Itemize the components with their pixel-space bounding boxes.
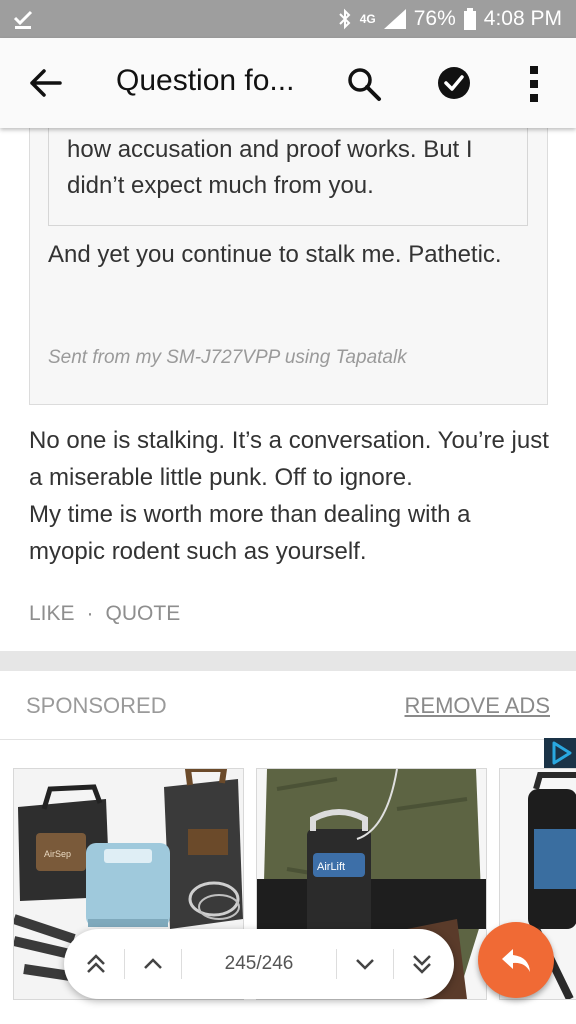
more-vert-icon[interactable] — [522, 64, 546, 104]
search-icon[interactable] — [346, 66, 382, 102]
quoted-post: how accusation and proof works. But I di… — [29, 128, 548, 405]
thread-content[interactable]: how accusation and proof works. But I di… — [0, 128, 576, 1024]
status-bar: 4G 76% 4:08 PM — [0, 0, 576, 38]
page-counter[interactable]: 245/246 — [182, 953, 336, 975]
post-paragraph-1: No one is stalking. It’s a conversation.… — [29, 427, 549, 491]
download-done-icon — [13, 10, 33, 29]
sponsored-header: SPONSORED REMOVE ADS — [0, 671, 576, 740]
nested-quote: how accusation and proof works. But I di… — [48, 128, 528, 226]
double-chevron-down-icon — [413, 955, 431, 974]
previous-page-button[interactable] — [125, 929, 181, 999]
first-page-button[interactable] — [68, 929, 124, 999]
reply-icon — [502, 949, 530, 972]
nested-quote-text: how accusation and proof works. But I di… — [67, 136, 473, 199]
ad-logo-airsep: AirSep — [44, 849, 71, 859]
clock: 4:08 PM — [483, 7, 562, 30]
section-divider — [0, 651, 576, 671]
sponsored-label: SPONSORED — [26, 693, 167, 718]
remove-ads-link[interactable]: REMOVE ADS — [405, 693, 550, 719]
chevron-down-icon — [356, 959, 374, 970]
adchoices-icon[interactable] — [544, 738, 576, 768]
back-arrow-icon[interactable] — [28, 68, 62, 98]
app-bar: Question fo... — [0, 38, 576, 128]
quote-signature: Sent from my SM-J727VPP using Tapatalk — [48, 347, 407, 368]
mark-read-check-icon[interactable] — [437, 66, 471, 100]
bluetooth-icon — [339, 8, 351, 30]
chevron-up-icon — [144, 958, 162, 969]
page-title: Question fo... — [116, 64, 295, 97]
like-button[interactable]: LIKE — [29, 602, 75, 626]
network-type: 4G — [359, 12, 376, 26]
quote-button[interactable]: QUOTE — [106, 602, 181, 626]
ad-logo-airlift: AirLift — [317, 861, 345, 873]
post-actions: LIKE · QUOTE — [29, 602, 180, 626]
double-chevron-up-icon — [87, 954, 105, 973]
next-page-button[interactable] — [337, 929, 393, 999]
quoted-reply-text: And yet you continue to stalk me. Pathet… — [48, 241, 502, 268]
signal-icon — [383, 9, 406, 29]
post-body: No one is stalking. It’s a conversation.… — [29, 422, 549, 570]
post-paragraph-2: My time is worth more than dealing with … — [29, 501, 471, 565]
last-page-button[interactable] — [394, 929, 450, 999]
reply-fab-button[interactable] — [478, 922, 554, 998]
battery-icon — [463, 8, 476, 30]
pagination-bar: 245/246 — [64, 929, 454, 999]
battery-percent: 76% — [413, 7, 456, 30]
action-separator: · — [86, 602, 94, 625]
